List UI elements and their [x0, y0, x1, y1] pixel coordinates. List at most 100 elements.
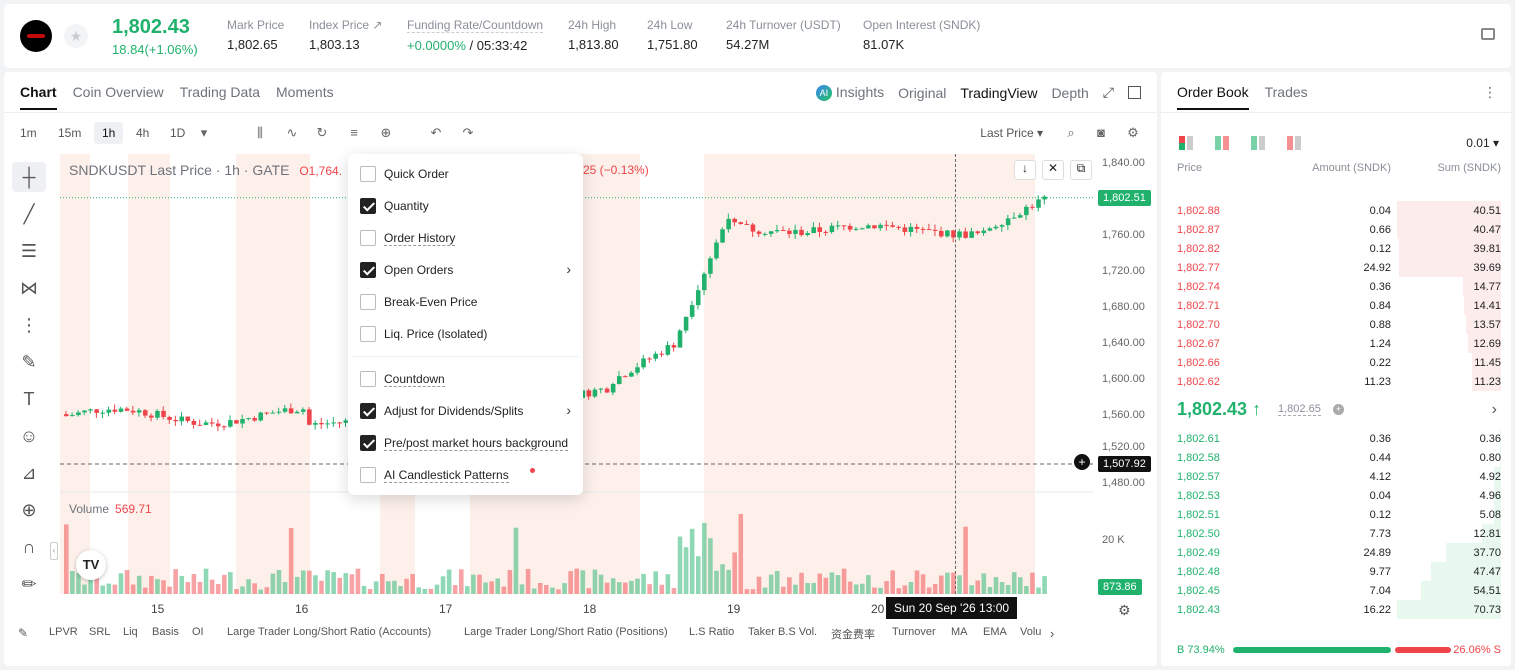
- window-icon[interactable]: [1128, 86, 1141, 100]
- replay-icon[interactable]: ↻: [314, 125, 330, 141]
- collapse-icon[interactable]: ✕: [1042, 160, 1064, 180]
- ask-row[interactable]: 1,802.74 0.36 14.77: [1161, 277, 1511, 296]
- bid-row[interactable]: 1,802.57 4.12 4.92: [1161, 467, 1511, 486]
- menu-item[interactable]: Break-Even Price: [360, 290, 575, 314]
- tab-trades[interactable]: Trades: [1265, 84, 1308, 110]
- indicator-lt-ratio-positions[interactable]: Large Trader Long/Short Ratio (Positions…: [464, 626, 668, 638]
- interval-1d[interactable]: 1D: [170, 126, 185, 140]
- book-mode-both-icon[interactable]: [1179, 136, 1195, 150]
- indicator-srl[interactable]: SRL: [89, 626, 110, 638]
- pencil-small-icon[interactable]: ✎: [18, 626, 28, 640]
- undo-icon[interactable]: ↶: [428, 125, 444, 141]
- checkbox[interactable]: [360, 435, 376, 451]
- checkbox[interactable]: [360, 467, 376, 483]
- indicator-ma[interactable]: MA: [951, 626, 968, 638]
- ask-row[interactable]: 1,802.71 0.84 14.41: [1161, 296, 1511, 315]
- expand-icon[interactable]: ⤢: [1103, 84, 1114, 101]
- indicator-lt-ratio-accounts[interactable]: Large Trader Long/Short Ratio (Accounts): [227, 626, 431, 638]
- interval-1h[interactable]: 1h: [94, 122, 124, 144]
- add-alert-icon[interactable]: +: [1074, 454, 1090, 470]
- more-icon[interactable]: ⋮: [1483, 84, 1497, 101]
- fullscreen-icon[interactable]: ⧉: [1070, 160, 1092, 180]
- crosshair-icon[interactable]: ┼: [12, 162, 46, 192]
- book-mode-bids-icon[interactable]: [1215, 136, 1231, 150]
- menu-item[interactable]: AI Candlestick Patterns: [360, 463, 575, 487]
- trendline-icon[interactable]: ╱: [12, 199, 46, 229]
- text-icon[interactable]: T: [12, 384, 46, 414]
- menu-item[interactable]: Open Orders ›: [360, 258, 575, 282]
- indicator-volume[interactable]: Volu: [1020, 626, 1041, 638]
- tab-depth[interactable]: Depth: [1051, 85, 1088, 101]
- book-mode-sell-icon[interactable]: [1287, 136, 1303, 150]
- tab-original[interactable]: Original: [898, 85, 946, 101]
- chevron-right-icon[interactable]: ›: [1050, 626, 1054, 641]
- checkbox[interactable]: [360, 294, 376, 310]
- indicator-lpvr[interactable]: LPVR: [49, 626, 78, 638]
- ask-row[interactable]: 1,802.88 0.04 40.51: [1161, 201, 1511, 220]
- bid-row[interactable]: 1,802.50 7.73 12.81: [1161, 524, 1511, 543]
- ask-row[interactable]: 1,802.82 0.12 39.81: [1161, 239, 1511, 258]
- price-type-select[interactable]: Last Price ▾: [980, 126, 1043, 140]
- interval-1m[interactable]: 1m: [20, 126, 37, 140]
- stat-index-price[interactable]: Index Price ↗ 1,803.13: [309, 18, 382, 52]
- axis-settings-icon[interactable]: ⚙: [1118, 602, 1131, 619]
- indicator-turnover[interactable]: Turnover: [892, 626, 936, 638]
- interval-4h[interactable]: 4h: [136, 126, 149, 140]
- indicators-icon[interactable]: ∿: [284, 125, 300, 141]
- fib-icon[interactable]: ⋮: [12, 310, 46, 340]
- indicator-basis[interactable]: Basis: [152, 626, 179, 638]
- magnet-icon[interactable]: ∩: [12, 532, 46, 562]
- ask-row[interactable]: 1,802.66 0.22 11.45: [1161, 353, 1511, 372]
- search-icon[interactable]: ⌕: [1063, 125, 1079, 141]
- menu-item[interactable]: Countdown: [360, 367, 575, 391]
- ask-row[interactable]: 1,802.62 11.23 11.23: [1161, 372, 1511, 391]
- bid-row[interactable]: 1,802.45 7.04 54.51: [1161, 581, 1511, 600]
- bid-row[interactable]: 1,802.48 9.77 47.47: [1161, 562, 1511, 581]
- tab-tradingview[interactable]: TradingView: [960, 85, 1037, 101]
- camera-icon[interactable]: ◙: [1093, 125, 1109, 141]
- indicator-funding-rate[interactable]: 资金费率: [831, 626, 875, 642]
- collapse-toolbar-icon[interactable]: ‹: [50, 542, 58, 560]
- bid-row[interactable]: 1,802.49 24.89 37.70: [1161, 543, 1511, 562]
- indicator-liq[interactable]: Liq: [123, 626, 138, 638]
- checkbox[interactable]: [360, 230, 376, 246]
- checkbox[interactable]: [360, 403, 376, 419]
- pencil-icon[interactable]: ✏: [12, 569, 46, 599]
- menu-item[interactable]: Adjust for Dividends/Splits ›: [360, 399, 575, 423]
- indicator-ls-ratio[interactable]: L.S Ratio: [689, 626, 734, 638]
- brush-icon[interactable]: ✎: [12, 347, 46, 377]
- menu-item[interactable]: Quick Order: [360, 162, 575, 186]
- tab-order-book[interactable]: Order Book: [1177, 84, 1249, 110]
- price-axis[interactable]: 1,840.00 1,802.51 1,760.00 1,720.00 1,68…: [1098, 154, 1156, 595]
- bid-row[interactable]: 1,802.51 0.12 5.08: [1161, 505, 1511, 524]
- pattern-icon[interactable]: ⋈: [12, 273, 46, 303]
- ask-row[interactable]: 1,802.70 0.88 13.57: [1161, 315, 1511, 334]
- indicator-oi[interactable]: OI: [192, 626, 204, 638]
- menu-item[interactable]: Quantity: [360, 194, 575, 218]
- ask-row[interactable]: 1,802.87 0.66 40.47: [1161, 220, 1511, 239]
- menu-item[interactable]: Order History: [360, 226, 575, 250]
- interval-15m[interactable]: 15m: [58, 126, 81, 140]
- favorite-star-icon[interactable]: ★: [64, 24, 88, 48]
- tab-moments[interactable]: Moments: [276, 84, 334, 110]
- redo-icon[interactable]: ↷: [460, 125, 476, 141]
- add-settings-icon[interactable]: ⊕: [378, 125, 394, 141]
- checkbox[interactable]: [360, 371, 376, 387]
- scroll-down-icon[interactable]: ↓: [1014, 160, 1036, 180]
- emoji-icon[interactable]: ☺: [12, 421, 46, 451]
- indicator-ema[interactable]: EMA: [983, 626, 1007, 638]
- bid-row[interactable]: 1,802.53 0.04 4.96: [1161, 486, 1511, 505]
- ruler-icon[interactable]: ⊿: [12, 458, 46, 488]
- bid-row[interactable]: 1,802.43 16.22 70.73: [1161, 600, 1511, 619]
- ask-row[interactable]: 1,802.67 1.24 12.69: [1161, 334, 1511, 353]
- tab-coin-overview[interactable]: Coin Overview: [73, 84, 164, 110]
- candle-type-icon[interactable]: ⫼: [252, 125, 268, 141]
- checkbox[interactable]: [360, 198, 376, 214]
- tradingview-logo-icon[interactable]: TV: [76, 550, 106, 580]
- book-mode-buy-icon[interactable]: [1251, 136, 1267, 150]
- checkbox[interactable]: [360, 262, 376, 278]
- info-icon[interactable]: +: [1333, 404, 1344, 415]
- precision-select[interactable]: 0.01 ▾: [1466, 136, 1499, 150]
- checkbox[interactable]: [360, 326, 376, 342]
- bid-row[interactable]: 1,802.61 0.36 0.36: [1161, 429, 1511, 448]
